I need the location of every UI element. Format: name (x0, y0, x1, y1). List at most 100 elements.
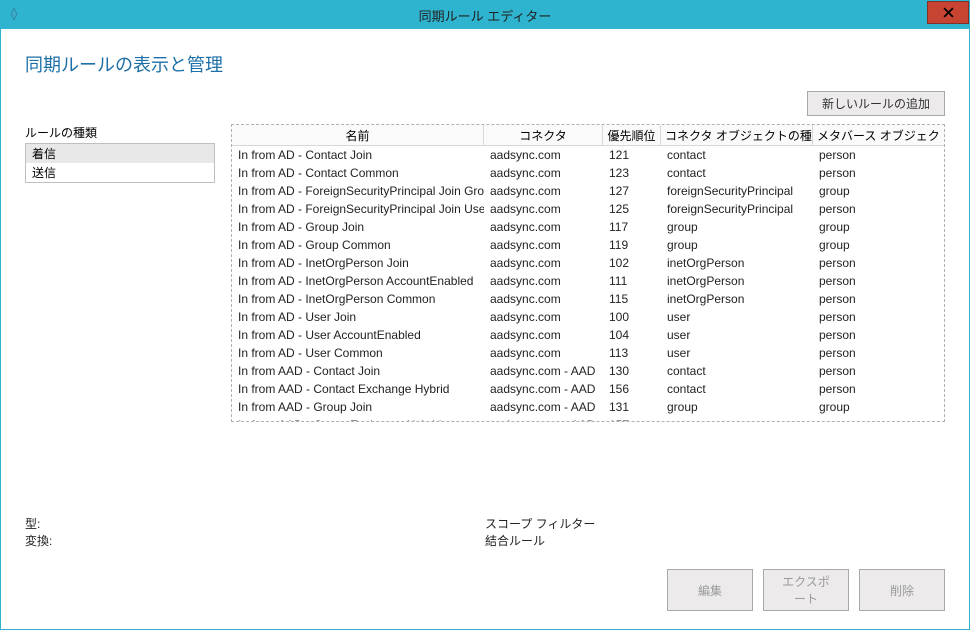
delete-button[interactable]: 削除 (859, 569, 945, 611)
rule-type-label: ルールの種類 (25, 124, 215, 141)
cell-metaverse-obj: person (813, 328, 943, 342)
cell-connector: aadsync.com (484, 220, 603, 234)
cell-metaverse-obj: person (813, 166, 943, 180)
col-header-name[interactable]: 名前 (232, 125, 484, 146)
join-rule-label: 結合ルール (485, 532, 945, 549)
col-header-metaverse-obj[interactable]: メタバース オブジェクトの種類 (813, 125, 943, 146)
page-title: 同期ルールの表示と管理 (25, 51, 945, 77)
cell-metaverse-obj: group (813, 184, 943, 198)
col-header-connector-obj[interactable]: コネクタ オブジェクトの種類 (661, 125, 813, 146)
cell-connector-obj: inetOrgPerson (661, 256, 813, 270)
cell-precedence: 156 (603, 382, 661, 396)
edit-button[interactable]: 編集 (667, 569, 753, 611)
cell-connector-obj: user (661, 310, 813, 324)
cell-connector: aadsync.com (484, 310, 603, 324)
cell-connector-obj: foreignSecurityPrincipal (661, 202, 813, 216)
cell-connector: aadsync.com (484, 328, 603, 342)
cell-connector-obj: inetOrgPerson (661, 274, 813, 288)
export-button[interactable]: エクスポート (763, 569, 849, 611)
cell-metaverse-obj: person (813, 364, 943, 378)
table-row[interactable]: In from AAD - Group Joinaadsync.com - AA… (232, 398, 944, 416)
cell-connector-obj: contact (661, 148, 813, 162)
cell-precedence: 104 (603, 328, 661, 342)
cell-connector-obj: user (661, 328, 813, 342)
footer-right: スコープ フィルター 結合ルール (485, 515, 945, 549)
cell-precedence: 157 (603, 418, 661, 421)
table-row[interactable]: In from AD - Group Joinaadsync.com117gro… (232, 218, 944, 236)
type-label: 型: (25, 515, 485, 532)
rule-type-item[interactable]: 着信 (26, 144, 214, 163)
cell-precedence: 113 (603, 346, 661, 360)
cell-connector-obj: user (661, 346, 813, 360)
cell-metaverse-obj: person (813, 346, 943, 360)
window: 同期ルール エディター 同期ルールの表示と管理 新しいルールの追加 ルールの種類… (0, 0, 970, 630)
body: 同期ルールの表示と管理 新しいルールの追加 ルールの種類 着信送信 名前 コネク… (1, 29, 969, 629)
cell-precedence: 127 (603, 184, 661, 198)
table-row[interactable]: In from AD - Group Commonaadsync.com119g… (232, 236, 944, 254)
table-row[interactable]: In from AD - ForeignSecurityPrincipal Jo… (232, 200, 944, 218)
cell-connector-obj: group (661, 418, 813, 421)
cell-precedence: 130 (603, 364, 661, 378)
table-row[interactable]: In from AD - User AccountEnabledaadsync.… (232, 326, 944, 344)
top-toolbar: 新しいルールの追加 (25, 91, 945, 116)
cell-name: In from AD - InetOrgPerson Join (232, 256, 484, 270)
cell-connector-obj: group (661, 238, 813, 252)
close-button[interactable] (927, 1, 969, 24)
table-row[interactable]: In from AD - InetOrgPerson Commonaadsync… (232, 290, 944, 308)
titlebar: 同期ルール エディター (1, 1, 969, 29)
cell-connector: aadsync.com (484, 166, 603, 180)
cell-precedence: 111 (603, 274, 661, 288)
cell-connector: aadsync.com (484, 202, 603, 216)
rules-grid: 名前 コネクタ 優先順位 コネクタ オブジェクトの種類 メタバース オブジェクト… (231, 124, 945, 422)
cell-connector-obj: group (661, 220, 813, 234)
cell-precedence: 119 (603, 238, 661, 252)
footer-info: 型: 変換: スコープ フィルター 結合ルール (25, 515, 945, 549)
cell-metaverse-obj: person (813, 202, 943, 216)
add-rule-button[interactable]: 新しいルールの追加 (807, 91, 945, 116)
col-header-precedence[interactable]: 優先順位 (603, 125, 661, 146)
cell-name: In from AD - ForeignSecurityPrincipal Jo… (232, 202, 484, 216)
cell-metaverse-obj: person (813, 310, 943, 324)
cell-connector-obj: group (661, 400, 813, 414)
cell-name: In from AD - InetOrgPerson Common (232, 292, 484, 306)
cell-precedence: 117 (603, 220, 661, 234)
cell-connector-obj: contact (661, 166, 813, 180)
rule-type-panel: ルールの種類 着信送信 (25, 124, 215, 459)
close-icon (943, 7, 954, 18)
cell-metaverse-obj: group (813, 220, 943, 234)
cell-name: In from AD - InetOrgPerson AccountEnable… (232, 274, 484, 288)
grid-body[interactable]: In from AD - Contact Joinaadsync.com121c… (232, 146, 944, 421)
table-row[interactable]: In from AD - InetOrgPerson AccountEnable… (232, 272, 944, 290)
table-row[interactable]: In from AAD - Contact Exchange Hybridaad… (232, 380, 944, 398)
table-row[interactable]: In from AD - InetOrgPerson Joinaadsync.c… (232, 254, 944, 272)
window-title: 同期ルール エディター (419, 6, 552, 25)
cell-metaverse-obj: person (813, 148, 943, 162)
col-header-connector[interactable]: コネクタ (484, 125, 603, 146)
cell-precedence: 123 (603, 166, 661, 180)
cell-name: In from AD - ForeignSecurityPrincipal Jo… (232, 184, 484, 198)
cell-precedence: 102 (603, 256, 661, 270)
app-icon (7, 7, 23, 23)
cell-metaverse-obj: person (813, 256, 943, 270)
table-row[interactable]: In from AD - Contact Commonaadsync.com12… (232, 164, 944, 182)
rule-type-list[interactable]: 着信送信 (25, 143, 215, 183)
cell-connector: aadsync.com (484, 184, 603, 198)
table-row[interactable]: In from AD - User Commonaadsync.com113us… (232, 344, 944, 362)
cell-connector-obj: contact (661, 382, 813, 396)
cell-connector: aadsync.com - AAD (484, 382, 603, 396)
cell-connector: aadsync.com (484, 148, 603, 162)
footer-buttons: 編集 エクスポート 削除 (25, 569, 945, 611)
table-row[interactable]: In from AD - Contact Joinaadsync.com121c… (232, 146, 944, 164)
cell-name: In from AAD - Group Join (232, 400, 484, 414)
cell-name: In from AD - Contact Join (232, 148, 484, 162)
footer: 型: 変換: スコープ フィルター 結合ルール 編集 エクスポート 削除 (25, 515, 945, 611)
table-row[interactable]: In from AAD - Contact Joinaadsync.com - … (232, 362, 944, 380)
cell-connector-obj: inetOrgPerson (661, 292, 813, 306)
table-row[interactable]: In from AD - ForeignSecurityPrincipal Jo… (232, 182, 944, 200)
cell-name: In from AAD - Group Exchange Hybrid (232, 418, 484, 421)
rule-type-item[interactable]: 送信 (26, 163, 214, 182)
table-row[interactable]: In from AAD - Group Exchange Hybridaadsy… (232, 416, 944, 421)
cell-connector: aadsync.com (484, 238, 603, 252)
cell-metaverse-obj: person (813, 382, 943, 396)
table-row[interactable]: In from AD - User Joinaadsync.com100user… (232, 308, 944, 326)
